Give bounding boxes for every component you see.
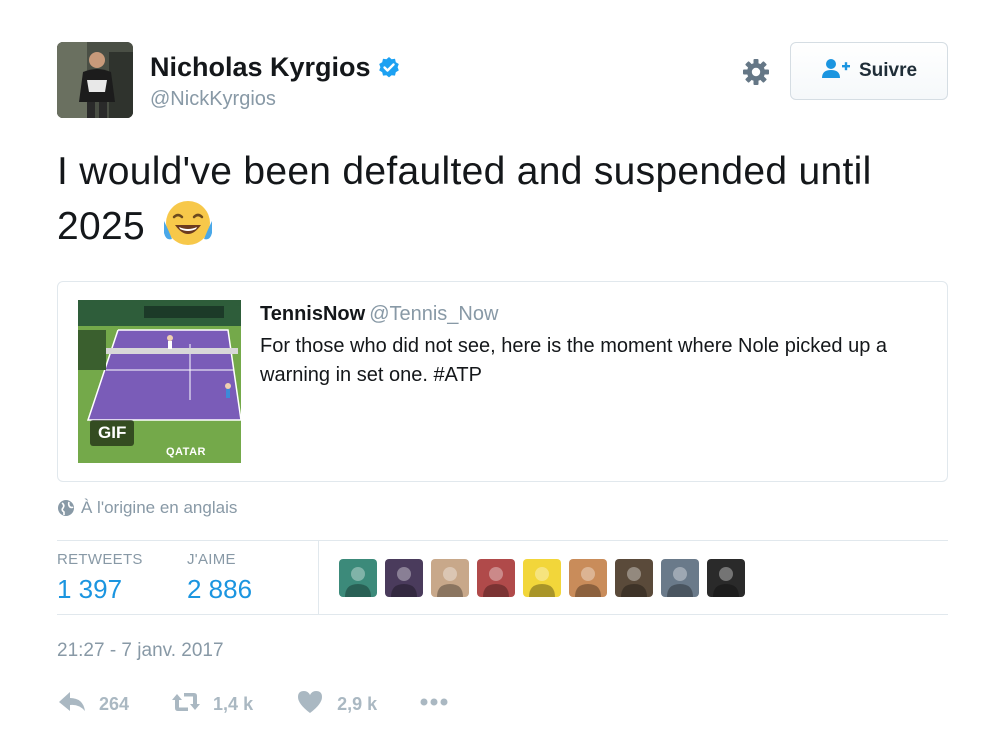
retweet-count: 1,4 k xyxy=(213,693,254,714)
retweets-value[interactable]: 1 397 xyxy=(57,574,143,605)
media-caption: QATAR xyxy=(166,446,206,458)
liker-avatar[interactable] xyxy=(661,559,699,597)
tweet-timestamp[interactable]: 21:27 - 7 janv. 2017 xyxy=(57,640,224,662)
author-handle[interactable]: @NickKyrgios xyxy=(150,88,276,111)
retweet-button[interactable]: 1,4 k xyxy=(171,689,253,720)
retweets-label: RETWEETS xyxy=(57,551,143,568)
retweets-stat[interactable]: RETWEETS 1 397 xyxy=(57,551,143,605)
author-name-text[interactable]: Nicholas Kyrgios xyxy=(150,52,371,83)
liker-avatar[interactable] xyxy=(707,559,745,597)
tweet-actions: 264 1,4 k 2,9 k xyxy=(57,687,491,721)
quoted-tweet-gif-thumbnail[interactable]: GIF QATAR xyxy=(78,300,241,463)
tweet-stats: RETWEETS 1 397 J'AIME 2 886 xyxy=(57,540,948,615)
liker-avatar[interactable] xyxy=(339,559,377,597)
reply-icon xyxy=(57,689,87,720)
heart-icon xyxy=(295,689,325,720)
like-count: 2,9 k xyxy=(337,693,378,714)
liker-avatar[interactable] xyxy=(431,559,469,597)
translation-notice-label[interactable]: À l'origine en anglais xyxy=(81,498,237,518)
like-button[interactable]: 2,9 k xyxy=(295,689,377,720)
verified-badge-icon xyxy=(377,56,401,80)
quoted-tweet-name[interactable]: TennisNow xyxy=(260,303,365,325)
liker-avatar[interactable] xyxy=(523,559,561,597)
add-user-icon xyxy=(821,58,851,85)
gear-icon[interactable] xyxy=(740,56,772,88)
follow-button[interactable]: Suivre xyxy=(790,42,948,100)
quoted-tweet-handle[interactable]: @Tennis_Now xyxy=(369,303,498,325)
liker-avatar[interactable] xyxy=(615,559,653,597)
gif-badge: GIF xyxy=(90,420,135,446)
stats-divider xyxy=(318,541,319,615)
tweet-text: I would've been defaulted and suspended … xyxy=(57,145,947,254)
author-avatar[interactable] xyxy=(57,42,133,118)
quoted-tweet-text: For those who did not see, here is the m… xyxy=(260,335,888,386)
reply-button[interactable]: 264 xyxy=(57,689,129,720)
more-button[interactable] xyxy=(419,689,449,720)
likes-stat[interactable]: J'AIME 2 886 xyxy=(187,551,252,605)
author-name[interactable]: Nicholas Kyrgios xyxy=(150,52,401,83)
more-dots-icon xyxy=(419,689,449,720)
liker-avatar[interactable] xyxy=(477,559,515,597)
quoted-tweet-author[interactable]: TennisNow @Tennis_Now xyxy=(260,303,498,326)
globe-icon xyxy=(57,499,75,517)
retweet-icon xyxy=(171,689,201,720)
likes-label: J'AIME xyxy=(187,551,236,568)
quoted-tweet-card[interactable]: GIF QATAR TennisNow @Tennis_Now For those… xyxy=(57,281,948,482)
likes-value[interactable]: 2 886 xyxy=(187,574,252,605)
liker-avatar[interactable] xyxy=(569,559,607,597)
translation-notice[interactable]: À l'origine en anglais xyxy=(57,498,237,518)
reply-count: 264 xyxy=(99,693,130,714)
follow-button-label: Suivre xyxy=(858,60,918,81)
face-with-tears-of-joy-icon xyxy=(162,199,214,247)
liker-avatar[interactable] xyxy=(385,559,423,597)
liker-avatars xyxy=(339,559,753,597)
